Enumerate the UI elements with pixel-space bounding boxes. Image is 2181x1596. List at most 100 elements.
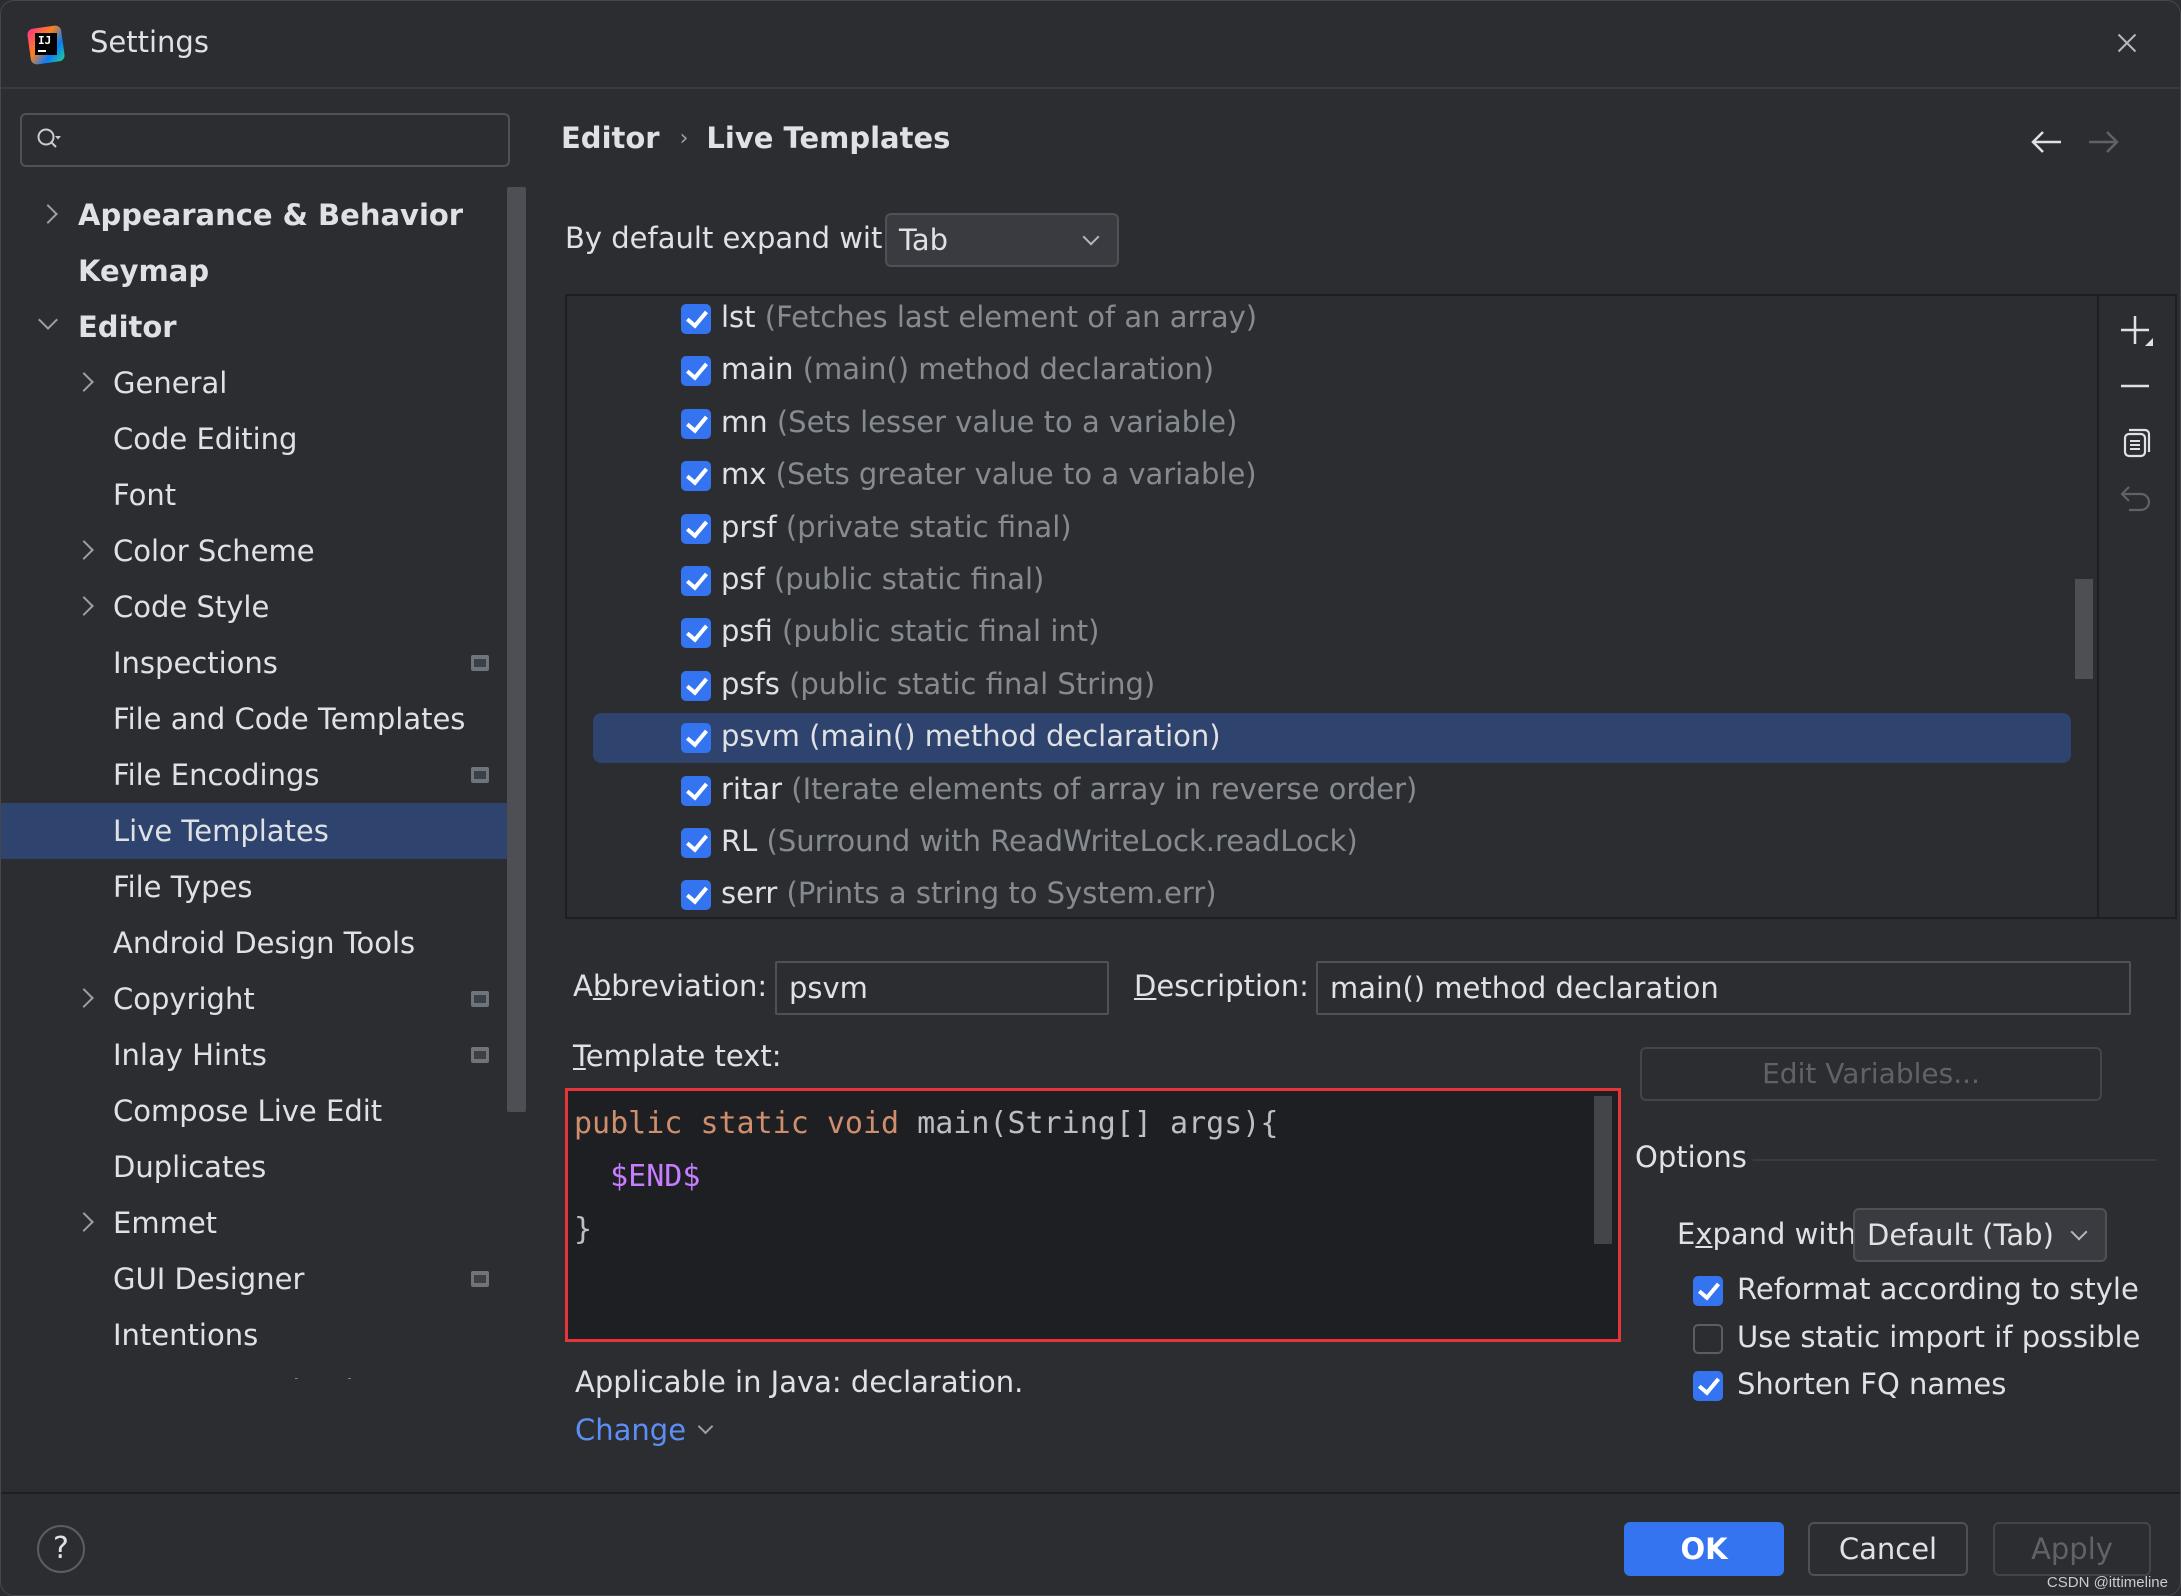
sidebar-item-code-style[interactable]: Code Style bbox=[1, 579, 511, 635]
template-row[interactable]: ritar (Iterate elements of array in reve… bbox=[593, 766, 2071, 816]
apply-button[interactable]: Apply bbox=[1993, 1522, 2151, 1576]
option-checkbox[interactable] bbox=[1693, 1371, 1723, 1401]
template-editor-scrollbar[interactable] bbox=[1594, 1096, 1612, 1244]
template-enabled-checkbox[interactable] bbox=[681, 723, 711, 754]
sidebar-item-inspections[interactable]: Inspections bbox=[1, 635, 511, 691]
template-abbreviation: ritar bbox=[721, 771, 783, 806]
add-icon[interactable] bbox=[2113, 308, 2163, 354]
template-description: (public static final String) bbox=[789, 666, 1156, 701]
chevron-down-icon bbox=[2070, 1223, 2088, 1241]
template-abbreviation: psvm bbox=[721, 719, 800, 754]
sidebar-item-language-injections[interactable]: Language Injections bbox=[1, 1363, 511, 1379]
template-row[interactable]: lst (Fetches last element of an array) bbox=[593, 296, 2071, 344]
template-code[interactable]: public static void main(String[] args){ … bbox=[574, 1097, 1278, 1256]
template-enabled-checkbox[interactable] bbox=[681, 356, 711, 387]
expand-with-dropdown[interactable]: Default (Tab) bbox=[1853, 1208, 2107, 1262]
template-row[interactable]: psf (public static final) bbox=[593, 556, 2071, 606]
revert-icon[interactable] bbox=[2113, 476, 2163, 522]
template-row[interactable]: psfs (public static final String) bbox=[593, 661, 2071, 711]
sidebar-item-label: Inlay Hints bbox=[113, 1038, 267, 1072]
sidebar-item-editor[interactable]: Editor bbox=[1, 299, 511, 355]
template-description: (public static final int) bbox=[782, 614, 1100, 649]
option-checkbox[interactable] bbox=[1693, 1324, 1723, 1354]
template-row[interactable]: RL (Surround with ReadWriteLock.readLock… bbox=[593, 818, 2071, 868]
help-button[interactable]: ? bbox=[37, 1525, 85, 1573]
search-input[interactable] bbox=[82, 123, 492, 157]
chevron-down-icon[interactable] bbox=[38, 310, 58, 330]
option-label: Use static import if possible bbox=[1737, 1320, 2141, 1354]
template-enabled-checkbox[interactable] bbox=[681, 566, 711, 596]
sidebar-item-general[interactable]: General bbox=[1, 355, 511, 411]
search-field[interactable] bbox=[20, 113, 510, 167]
sidebar-item-inlay-hints[interactable]: Inlay Hints bbox=[1, 1027, 511, 1083]
template-enabled-checkbox[interactable] bbox=[681, 408, 711, 439]
sidebar-item-label: Live Templates bbox=[113, 814, 329, 848]
edit-variables-button[interactable]: Edit Variables... bbox=[1640, 1047, 2102, 1101]
sidebar-item-intentions[interactable]: Intentions bbox=[1, 1307, 511, 1363]
template-row[interactable]: mx (Sets greater value to a variable) bbox=[593, 451, 2071, 501]
arrow-right-icon[interactable] bbox=[2083, 127, 2123, 157]
sidebar-item-label: Android Design Tools bbox=[113, 926, 416, 960]
chevron-right-icon[interactable] bbox=[74, 596, 94, 616]
sidebar-item-file-encodings[interactable]: File Encodings bbox=[1, 747, 511, 803]
sidebar-item-label: Inspections bbox=[113, 646, 278, 680]
sidebar-item-live-templates[interactable]: Live Templates bbox=[1, 803, 511, 859]
template-row[interactable]: psvm (main() method declaration) bbox=[593, 713, 2071, 764]
default-expand-value: Tab bbox=[899, 223, 949, 257]
sidebar-item-label: Emmet bbox=[113, 1206, 218, 1240]
remove-icon[interactable] bbox=[2113, 364, 2163, 410]
sidebar-item-label: File Types bbox=[113, 870, 253, 904]
arrow-left-icon[interactable] bbox=[2027, 127, 2067, 157]
template-row[interactable]: psfi (public static final int) bbox=[593, 608, 2071, 658]
sidebar-item-color-scheme[interactable]: Color Scheme bbox=[1, 523, 511, 579]
change-context-link[interactable]: Change bbox=[575, 1413, 714, 1447]
sidebar-item-font[interactable]: Font bbox=[1, 467, 511, 523]
template-row[interactable]: main (main() method declaration) bbox=[593, 346, 2071, 396]
sidebar-item-duplicates[interactable]: Duplicates bbox=[1, 1139, 511, 1195]
close-icon[interactable] bbox=[2110, 27, 2144, 61]
option-checkbox[interactable] bbox=[1693, 1276, 1723, 1306]
copy-icon[interactable] bbox=[2113, 420, 2163, 466]
template-text-editor[interactable]: public static void main(String[] args){ … bbox=[565, 1088, 1621, 1342]
template-row[interactable]: mn (Sets lesser value to a variable) bbox=[593, 399, 2071, 449]
sidebar-item-file-and-code-templates[interactable]: File and Code Templates bbox=[1, 691, 511, 747]
chevron-right-icon[interactable] bbox=[74, 1212, 94, 1232]
chevron-right-icon[interactable] bbox=[74, 540, 94, 560]
ok-button[interactable]: OK bbox=[1624, 1522, 1784, 1576]
template-enabled-checkbox[interactable] bbox=[681, 670, 711, 701]
templates-list: lst (Fetches last element of an array) ma… bbox=[565, 294, 2177, 919]
template-enabled-checkbox[interactable] bbox=[681, 775, 711, 806]
template-row[interactable]: prsf (private static final) bbox=[593, 504, 2071, 554]
sidebar-item-appearance-behavior[interactable]: Appearance & Behavior bbox=[1, 187, 511, 243]
templates-list-scrollbar[interactable] bbox=[2075, 579, 2093, 679]
cancel-button[interactable]: Cancel bbox=[1808, 1522, 1968, 1576]
template-description: (Sets lesser value to a variable) bbox=[776, 404, 1238, 439]
template-row[interactable]: serr (Prints a string to System.err) bbox=[593, 870, 2071, 917]
sidebar-item-label: Copyright bbox=[113, 982, 255, 1016]
sidebar-item-keymap[interactable]: Keymap bbox=[1, 243, 511, 299]
sidebar-item-compose-live-edit[interactable]: Compose Live Edit bbox=[1, 1083, 511, 1139]
sidebar-item-label: Duplicates bbox=[113, 1150, 267, 1184]
template-enabled-checkbox[interactable] bbox=[681, 304, 711, 334]
template-enabled-checkbox[interactable] bbox=[681, 461, 711, 492]
default-expand-dropdown[interactable]: Tab bbox=[885, 213, 1119, 267]
template-enabled-checkbox[interactable] bbox=[681, 828, 711, 858]
chevron-right-icon[interactable] bbox=[38, 204, 58, 224]
sidebar-scrollbar[interactable] bbox=[507, 187, 526, 1112]
sidebar-item-emmet[interactable]: Emmet bbox=[1, 1195, 511, 1251]
project-scope-icon bbox=[471, 991, 489, 1007]
template-enabled-checkbox[interactable] bbox=[681, 618, 711, 649]
template-enabled-checkbox[interactable] bbox=[681, 880, 711, 911]
description-input[interactable] bbox=[1316, 961, 2131, 1015]
sidebar-item-file-types[interactable]: File Types bbox=[1, 859, 511, 915]
sidebar-item-copyright[interactable]: Copyright bbox=[1, 971, 511, 1027]
sidebar-item-android-design-tools[interactable]: Android Design Tools bbox=[1, 915, 511, 971]
sidebar-item-code-editing[interactable]: Code Editing bbox=[1, 411, 511, 467]
chevron-right-icon[interactable] bbox=[74, 372, 94, 392]
chevron-right-icon[interactable] bbox=[74, 988, 94, 1008]
abbreviation-input[interactable] bbox=[775, 961, 1109, 1015]
template-enabled-checkbox[interactable] bbox=[681, 513, 711, 544]
breadcrumb-editor[interactable]: Editor bbox=[561, 121, 660, 155]
sidebar-item-label: Intentions bbox=[113, 1318, 259, 1352]
sidebar-item-gui-designer[interactable]: GUI Designer bbox=[1, 1251, 511, 1307]
